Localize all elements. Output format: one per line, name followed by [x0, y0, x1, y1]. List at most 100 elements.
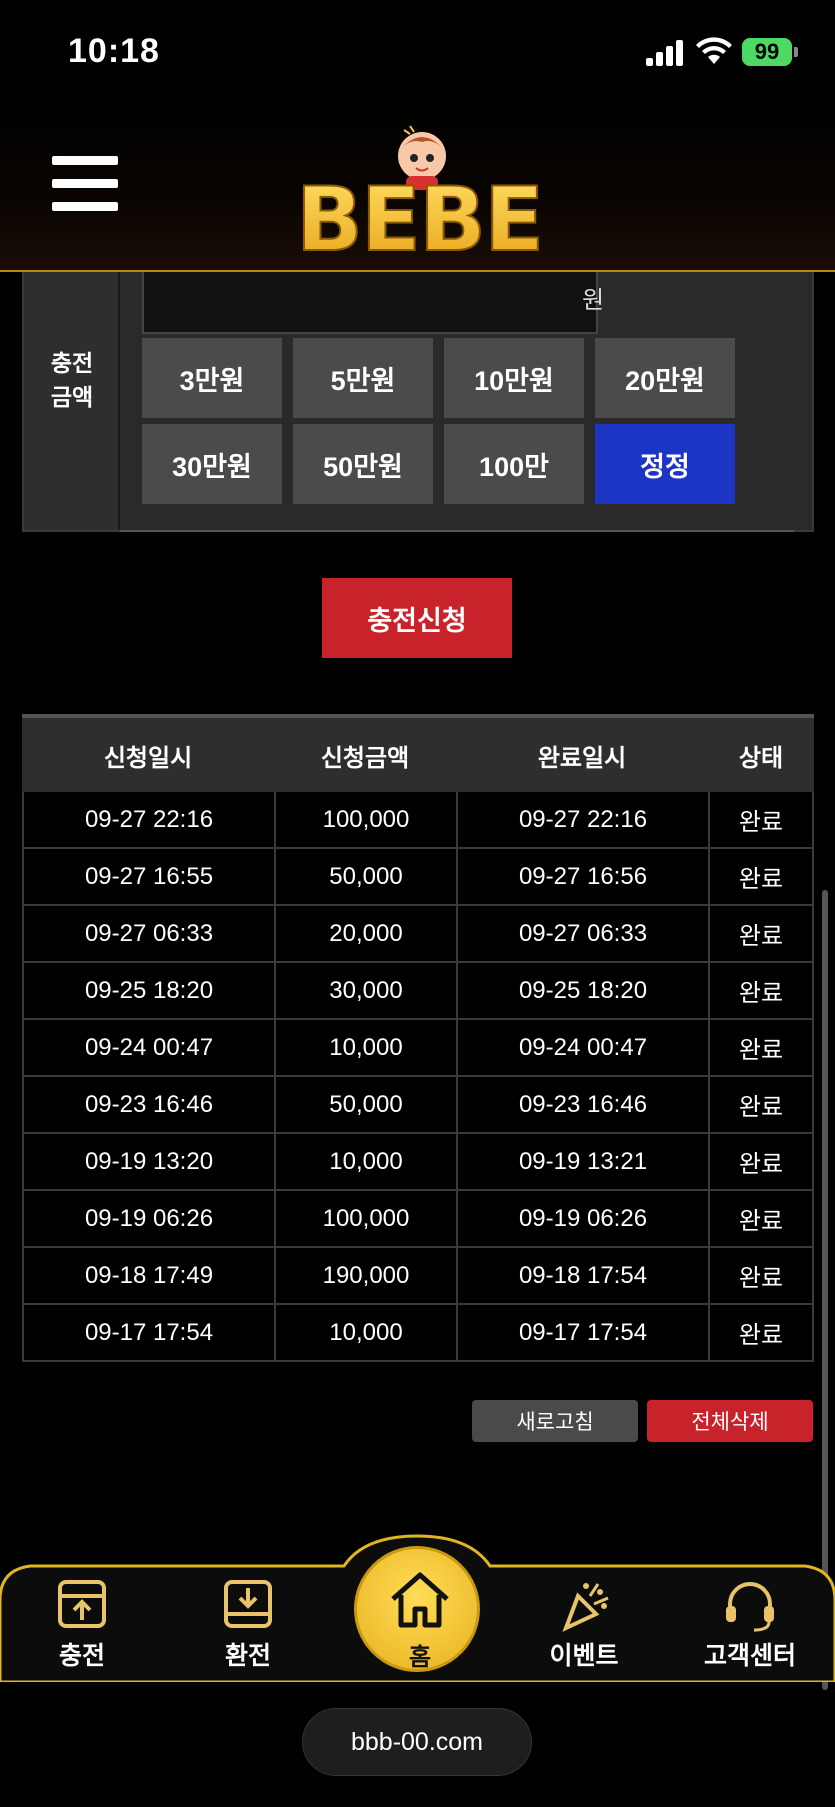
status-bar: 10:18 99 [0, 0, 835, 100]
cell-request-amount: 20,000 [274, 906, 456, 961]
table-row: 09-27 22:16 100,000 09-27 22:16 완료 [22, 792, 814, 849]
cell-request-amount: 100,000 [274, 1191, 456, 1246]
form-label-column: 충전 금액 [24, 272, 120, 530]
cell-complete-time: 09-17 17:54 [456, 1305, 708, 1360]
header-complete-time: 완료일시 [537, 744, 627, 772]
cell-request-time: 09-18 17:49 [22, 1248, 274, 1303]
cell-complete-time: 09-19 06:26 [456, 1191, 708, 1246]
cell-request-time: 09-27 16:55 [22, 849, 274, 904]
cell-complete-time: 09-19 13:21 [456, 1134, 708, 1189]
cell-request-amount: 100,000 [274, 792, 456, 847]
cell-status: 완료 [708, 849, 814, 904]
amount-button-100000[interactable]: 10만원 [444, 338, 584, 418]
cell-status: 완료 [708, 1020, 814, 1075]
table-row: 09-19 13:20 10,000 09-19 13:21 완료 [22, 1134, 814, 1191]
amount-button-1000000[interactable]: 100만 [444, 424, 584, 504]
cell-request-time: 09-19 13:20 [22, 1134, 274, 1189]
nav-support-label: 고객센터 [703, 1642, 796, 1670]
table-row: 09-25 18:20 30,000 09-25 18:20 완료 [22, 963, 814, 1020]
battery-icon: 99 [742, 38, 792, 66]
amount-input[interactable] [142, 272, 598, 334]
charge-amount-label-line1: 충전 [50, 350, 94, 376]
header-status: 상태 [738, 744, 784, 772]
charge-history-table: 신청일시 신청금액 완료일시 상태 09-27 22:16 100,000 09-2… [22, 714, 814, 1362]
table-body: 09-27 22:16 100,000 09-27 22:16 완료 09-27 16:… [22, 792, 814, 1362]
cell-complete-time: 09-27 16:56 [456, 849, 708, 904]
nav-home-label: 홈 [408, 1644, 432, 1671]
nav-home[interactable]: 홈 [354, 1546, 480, 1672]
cell-request-time: 09-24 00:47 [22, 1020, 274, 1075]
logo-text: BEBE [296, 168, 542, 266]
nav-charge[interactable]: 충전 [22, 1578, 142, 1678]
nav-event[interactable]: 이벤트 [524, 1578, 644, 1678]
header-request-time: 신청일시 [103, 744, 193, 772]
reset-amount-button[interactable]: 정정 [595, 424, 735, 504]
battery-tip [794, 47, 798, 57]
cell-status: 완료 [708, 906, 814, 961]
charge-request-button[interactable]: 충전신청 [322, 578, 512, 658]
signal-icon [646, 40, 686, 66]
cell-request-amount: 190,000 [274, 1248, 456, 1303]
party-popper-icon [562, 1583, 609, 1632]
cell-request-amount: 10,000 [274, 1020, 456, 1075]
cell-request-time: 09-27 06:33 [22, 906, 274, 961]
cell-request-amount: 30,000 [274, 963, 456, 1018]
cell-complete-time: 09-27 06:33 [456, 906, 708, 961]
charge-amount-label: 충전 금액 [24, 346, 120, 414]
bebe-logo[interactable]: BEBE [284, 120, 554, 266]
amount-button-30000[interactable]: 3만원 [142, 338, 282, 418]
menu-icon[interactable] [52, 156, 118, 212]
nav-support[interactable]: 고객센터 [690, 1578, 810, 1678]
amount-button-500000[interactable]: 50만원 [293, 424, 433, 504]
cell-request-amount: 50,000 [274, 1077, 456, 1132]
header-request-amount: 신청금액 [320, 744, 410, 772]
table-header-row: 신청일시 신청금액 완료일시 상태 [22, 714, 814, 792]
nav-event-label: 이벤트 [549, 1642, 619, 1670]
table-row: 09-27 16:55 50,000 09-27 16:56 완료 [22, 849, 814, 906]
cell-status: 완료 [708, 1305, 814, 1360]
amount-button-50000[interactable]: 5만원 [293, 338, 433, 418]
cell-complete-time: 09-24 00:47 [456, 1020, 708, 1075]
battery-level: 99 [754, 39, 780, 64]
charge-amount-form: 충전 금액 원 3만원 5만원 10만원 20만원 30만원 50만원 100만… [22, 272, 814, 532]
delete-all-button[interactable]: 전체삭제 [647, 1400, 813, 1442]
won-unit: 원 [582, 287, 605, 314]
cell-request-time: 09-23 16:46 [22, 1077, 274, 1132]
charge-amount-label-line2: 금액 [50, 384, 94, 410]
wifi-icon [696, 37, 732, 64]
nav-exchange[interactable]: 환전 [188, 1578, 308, 1678]
status-time: 10:18 [68, 32, 160, 70]
table-row: 09-24 00:47 10,000 09-24 00:47 완료 [22, 1020, 814, 1077]
cell-request-time: 09-25 18:20 [22, 963, 274, 1018]
form-divider [120, 530, 794, 532]
exchange-icon [224, 1580, 272, 1628]
cell-status: 완료 [708, 1134, 814, 1189]
cell-complete-time: 09-27 22:16 [456, 792, 708, 847]
refresh-button[interactable]: 새로고침 [472, 1400, 638, 1442]
cell-request-amount: 50,000 [274, 849, 456, 904]
nav-charge-label: 충전 [58, 1642, 105, 1670]
table-row: 09-23 16:46 50,000 09-23 16:46 완료 [22, 1077, 814, 1134]
cell-complete-time: 09-23 16:46 [456, 1077, 708, 1132]
headset-icon [726, 1582, 774, 1632]
cell-request-time: 09-27 22:16 [22, 792, 274, 847]
cell-status: 완료 [708, 1191, 814, 1246]
cell-status: 완료 [708, 1077, 814, 1132]
cell-complete-time: 09-18 17:54 [456, 1248, 708, 1303]
nav-exchange-label: 환전 [224, 1642, 271, 1670]
amount-button-200000[interactable]: 20만원 [595, 338, 735, 418]
cell-request-amount: 10,000 [274, 1305, 456, 1360]
cell-request-time: 09-17 17:54 [22, 1305, 274, 1360]
table-row: 09-19 06:26 100,000 09-19 06:26 완료 [22, 1191, 814, 1248]
app-header: BEBE [0, 100, 835, 272]
table-row: 09-17 17:54 10,000 09-17 17:54 완료 [22, 1305, 814, 1362]
cell-request-time: 09-19 06:26 [22, 1191, 274, 1246]
table-row: 09-18 17:49 190,000 09-18 17:54 완료 [22, 1248, 814, 1305]
home-icon [391, 1572, 449, 1628]
url-bar[interactable]: bbb-00.com [302, 1708, 532, 1776]
cell-status: 완료 [708, 1248, 814, 1303]
cell-complete-time: 09-25 18:20 [456, 963, 708, 1018]
cell-request-amount: 10,000 [274, 1134, 456, 1189]
table-row: 09-27 06:33 20,000 09-27 06:33 완료 [22, 906, 814, 963]
amount-button-300000[interactable]: 30만원 [142, 424, 282, 504]
